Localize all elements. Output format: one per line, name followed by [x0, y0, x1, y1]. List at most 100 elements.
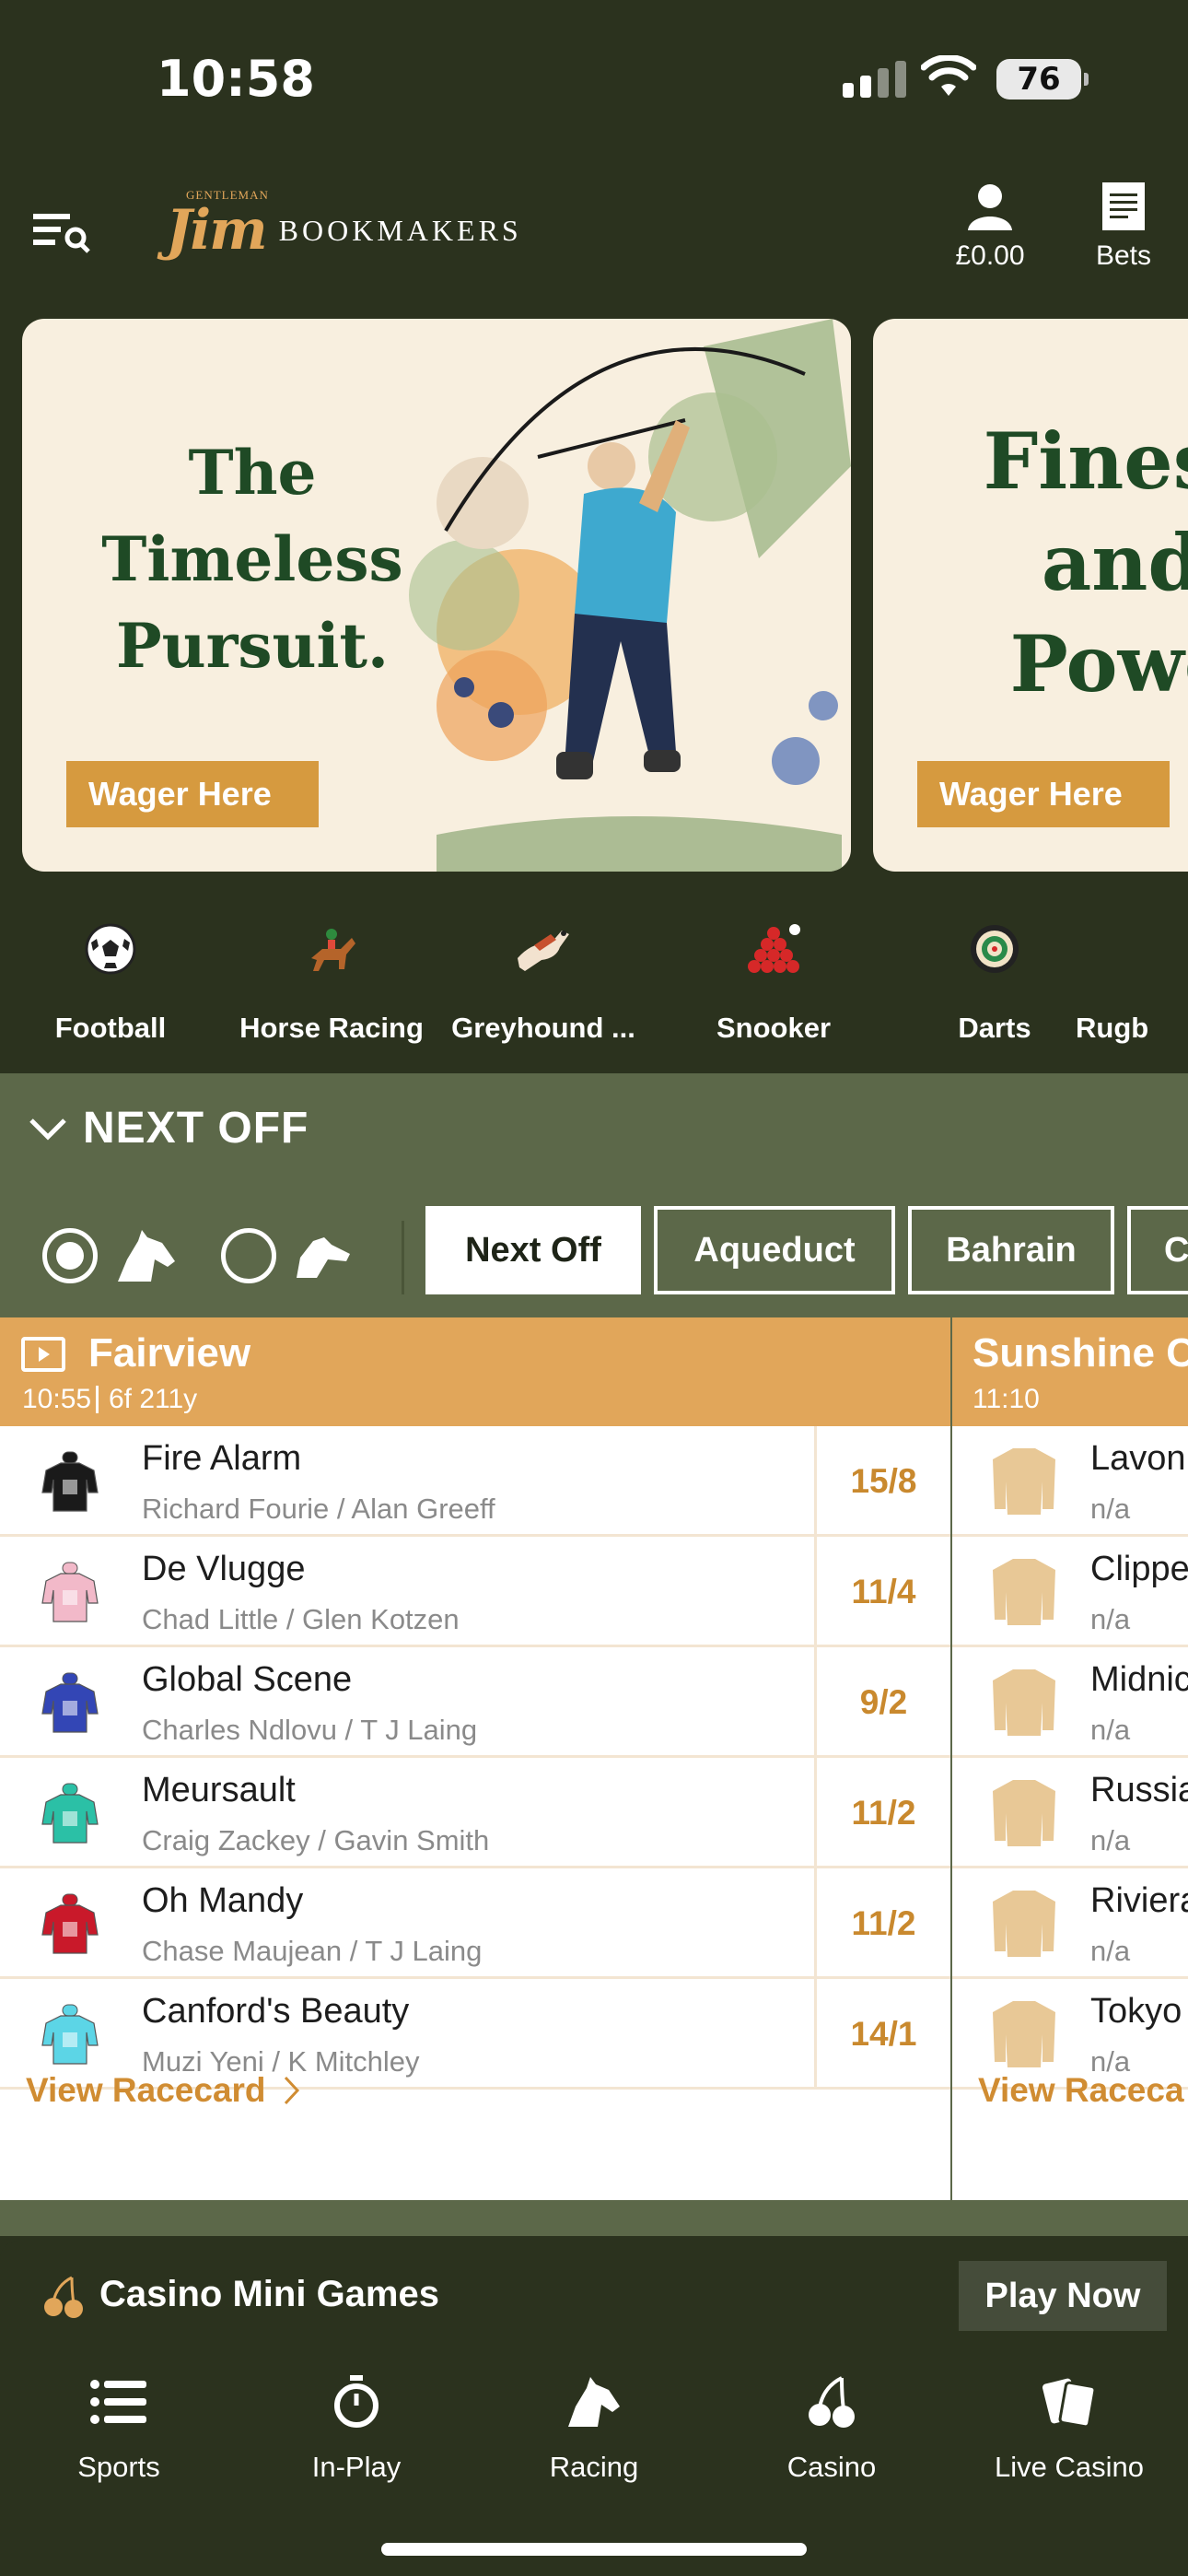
cherries-icon	[809, 2376, 855, 2428]
wager-here-button[interactable]: Wager Here	[917, 761, 1170, 827]
wifi-icon	[921, 55, 976, 96]
betslip-icon	[1102, 182, 1145, 230]
runner-name: Clippe	[1090, 1550, 1188, 1588]
runner-row[interactable]: Clippe n/a	[952, 1537, 1188, 1647]
casino-mini-games-title: Casino Mini Games	[99, 2274, 439, 2314]
football-icon	[85, 923, 136, 975]
account-button[interactable]: £0.00	[939, 181, 1041, 272]
runner-name: Russia	[1090, 1771, 1188, 1809]
horse-head-icon	[568, 2377, 620, 2427]
nav-label: In-Play	[311, 2451, 402, 2483]
runner-row[interactable]: Oh Mandy Chase Maujean / T J Laing 11/2	[0, 1868, 950, 1979]
jockey-silk-icon	[41, 1451, 99, 1512]
odds-button[interactable]: 9/2	[814, 1647, 950, 1758]
sport-football[interactable]: Football	[0, 919, 221, 1045]
video-play-icon[interactable]	[20, 1336, 66, 1373]
odds-button[interactable]: 15/8	[814, 1426, 950, 1537]
wager-here-button[interactable]: Wager Here	[66, 761, 319, 827]
sport-horse-racing[interactable]: Horse Racing	[221, 919, 442, 1045]
view-racecard-label: View Racecard	[26, 2071, 266, 2109]
brand-logo[interactable]: Jim GENTLEMAN BOOKMAKERS	[166, 188, 522, 267]
casino-mini-games-bar[interactable]: Casino Mini Games Play Now	[0, 2241, 1188, 2351]
jockey-silk-icon	[41, 2004, 99, 2065]
banner-title: The Timeless Pursuit.	[101, 437, 403, 682]
runner-name: Lavon	[1090, 1439, 1186, 1478]
jockey-silk-icon	[41, 1893, 99, 1954]
jockey-trainer: n/a	[1090, 1493, 1131, 1525]
race-time: 10:55	[22, 1384, 92, 1414]
sport-label: Rugb	[1076, 1012, 1149, 1044]
jockey-trainer: Charles Ndlovu / T J Laing	[142, 1714, 478, 1746]
jockey-silk-icon	[993, 2001, 1055, 2067]
race-card-header[interactable]: Fairview 10:55 6f 211y	[0, 1317, 950, 1426]
race-card-fairview: Fairview 10:55 6f 211y Fire Alarm Richard…	[0, 1317, 950, 2200]
odds-button[interactable]: 11/2	[814, 1868, 950, 1979]
jockey-trainer: n/a	[1090, 1714, 1131, 1746]
nav-sports[interactable]: Sports	[0, 2370, 238, 2484]
runner-name: Riviera	[1090, 1881, 1188, 1920]
radio-greyhound[interactable]	[221, 1228, 276, 1283]
menu-search-icon[interactable]	[28, 205, 101, 260]
chevron-right-icon	[284, 2076, 299, 2105]
chip-next-off[interactable]: Next Off	[425, 1206, 641, 1294]
odds-button[interactable]: 11/4	[814, 1537, 950, 1647]
battery-indicator: 76	[996, 59, 1089, 100]
runner-row[interactable]: Meursault Craig Zackey / Gavin Smith 11/2	[0, 1758, 950, 1868]
runner-name: Canford's Beauty	[142, 1992, 410, 2031]
chip-more[interactable]: C	[1127, 1206, 1188, 1294]
runner-name: Oh Mandy	[142, 1881, 304, 1920]
stopwatch-icon	[334, 2375, 379, 2428]
next-off-header[interactable]: NEXT OFF	[28, 1103, 309, 1153]
runner-row[interactable]: Midnic n/a	[952, 1647, 1188, 1758]
race-card-header[interactable]: Sunshine C 11:10	[952, 1317, 1188, 1426]
runner-list: Lavon n/a Clippe n/a Midnic n/a Russia n/a Rivie…	[952, 1426, 1188, 2090]
chevron-down-icon	[29, 1118, 66, 1141]
jockey-trainer: n/a	[1090, 1603, 1131, 1635]
race-time: 11:10	[973, 1384, 1040, 1414]
promo-carousel[interactable]: TheTimelessPursuit. Wager Here Finessand…	[0, 295, 1188, 894]
chip-bahrain[interactable]: Bahrain	[908, 1206, 1114, 1294]
sport-greyhound[interactable]: Greyhound ...	[433, 919, 654, 1045]
next-off-title: NEXT OFF	[83, 1104, 309, 1153]
view-racecard-link[interactable]: View Racecard	[26, 2071, 301, 2110]
nav-label: Racing	[549, 2451, 639, 2483]
jockey-trainer: Richard Fourie / Alan Greeff	[142, 1493, 495, 1525]
sport-rugby[interactable]: Rugb	[1068, 919, 1188, 1045]
promo-banner-golf[interactable]: The Timeless Pursuit. Wager Here	[22, 319, 851, 872]
chip-aqueduct[interactable]: Aqueduct	[654, 1206, 895, 1294]
runner-row[interactable]: Riviera n/a	[952, 1868, 1188, 1979]
nav-label: Live Casino	[995, 2451, 1144, 2483]
logo-script: Jim	[166, 198, 268, 263]
sport-label: Greyhound ...	[451, 1012, 635, 1044]
bets-button[interactable]: Bets	[1077, 181, 1170, 272]
nav-in-play[interactable]: In-Play	[238, 2370, 475, 2484]
runner-name: Tokyo	[1090, 1992, 1182, 2031]
race-distance: 6f 211y	[109, 1384, 198, 1414]
race-cards[interactable]: Fairview 10:55 6f 211y Fire Alarm Richard…	[0, 1317, 1188, 2202]
odds-button[interactable]: 14/1	[814, 1979, 950, 2090]
home-indicator[interactable]	[381, 2543, 807, 2556]
radio-horse[interactable]	[42, 1228, 98, 1283]
play-now-button[interactable]: Play Now	[959, 2261, 1167, 2331]
bets-label: Bets	[1095, 240, 1152, 271]
filter-divider	[402, 1221, 404, 1294]
view-racecard-link[interactable]: View Raceca	[978, 2071, 1184, 2110]
sport-label: Football	[54, 1012, 167, 1044]
odds-button[interactable]: 11/2	[814, 1758, 950, 1868]
promo-banner-second[interactable]: FinessandPowe Wager Here	[873, 319, 1188, 872]
golfer-illustration	[409, 319, 851, 872]
nav-live-casino[interactable]: Live Casino	[950, 2370, 1188, 2484]
runner-row[interactable]: Global Scene Charles Ndlovu / T J Laing 9/…	[0, 1647, 950, 1758]
runner-row[interactable]: Lavon n/a	[952, 1426, 1188, 1537]
snooker-icon	[748, 924, 800, 973]
sport-snooker[interactable]: Snooker	[663, 919, 884, 1045]
user-icon	[968, 184, 1012, 230]
runner-row[interactable]: Russia n/a	[952, 1758, 1188, 1868]
nav-racing[interactable]: Racing	[475, 2370, 713, 2484]
meta-divider	[96, 1386, 99, 1413]
runner-row[interactable]: De Vlugge Chad Little / Glen Kotzen 11/4	[0, 1537, 950, 1647]
nav-casino[interactable]: Casino	[713, 2370, 950, 2484]
race-venue: Sunshine C	[973, 1330, 1188, 1376]
runner-row[interactable]: Fire Alarm Richard Fourie / Alan Greeff 15…	[0, 1426, 950, 1537]
runner-name: Meursault	[142, 1771, 296, 1809]
